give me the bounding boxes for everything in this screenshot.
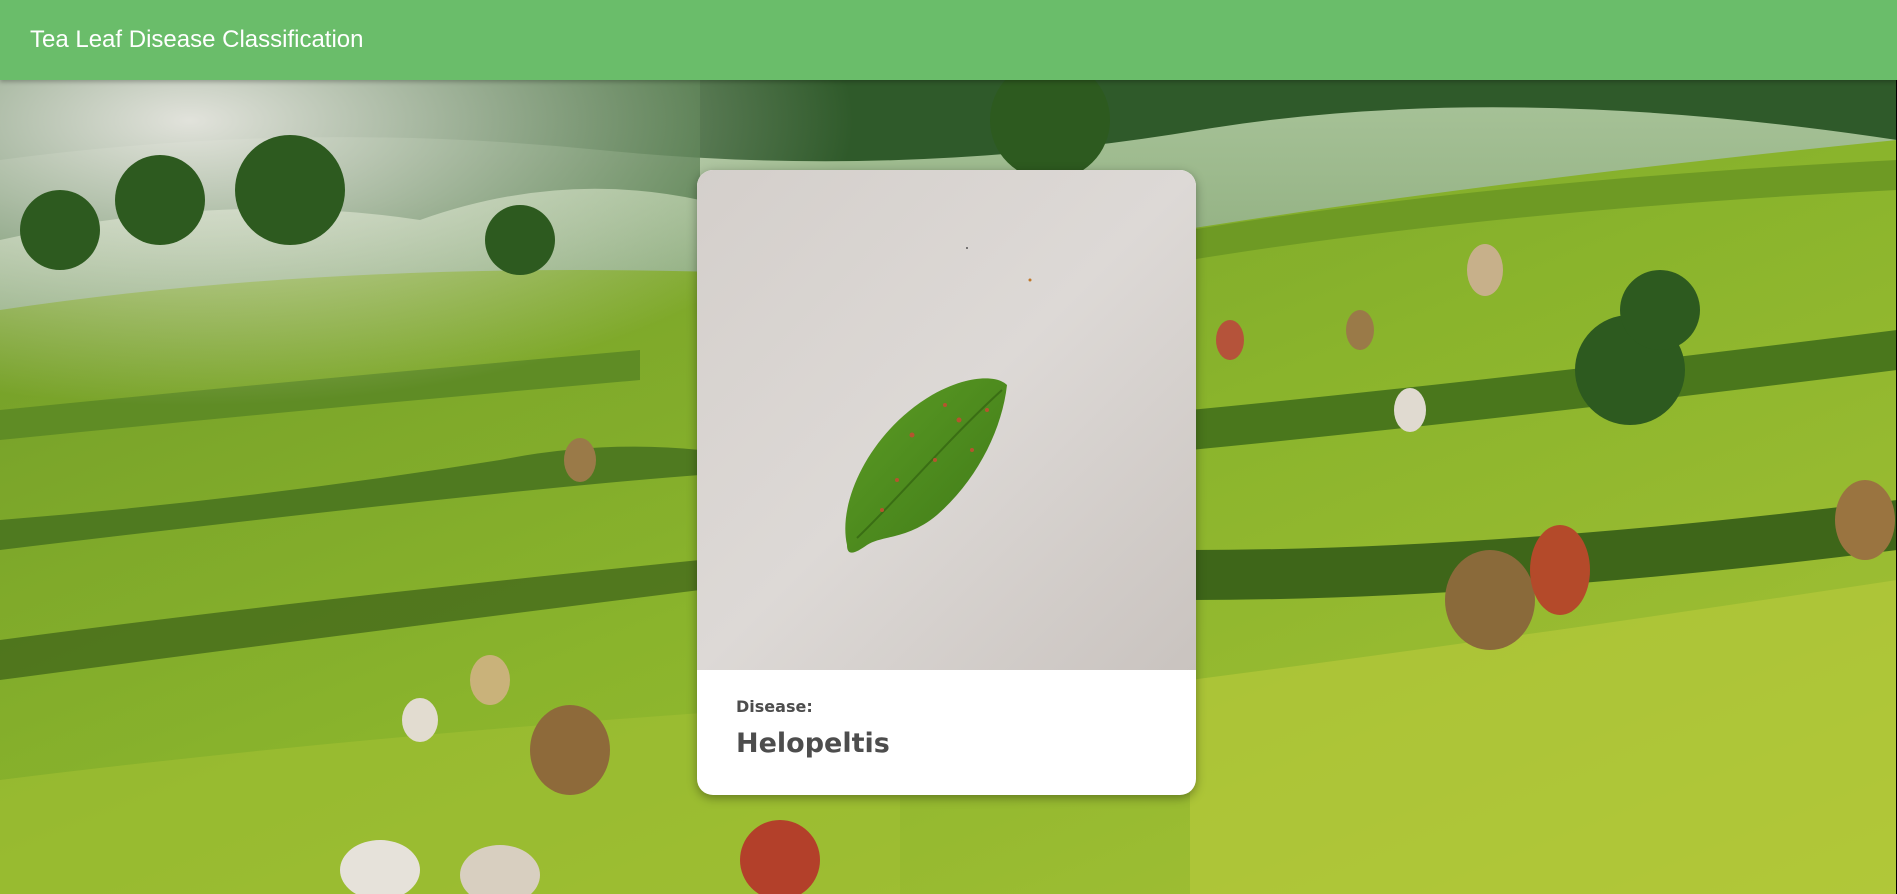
app-title: Tea Leaf Disease Classification xyxy=(30,26,364,53)
tea-leaf-photo xyxy=(697,170,1196,670)
app-bar: Tea Leaf Disease Classification xyxy=(0,0,1897,80)
disease-name: Helopeltis xyxy=(736,728,890,759)
disease-label: Disease: xyxy=(736,697,813,716)
classification-result-card: Disease: Helopeltis xyxy=(697,170,1196,795)
result-body: Disease: Helopeltis xyxy=(736,697,1176,759)
